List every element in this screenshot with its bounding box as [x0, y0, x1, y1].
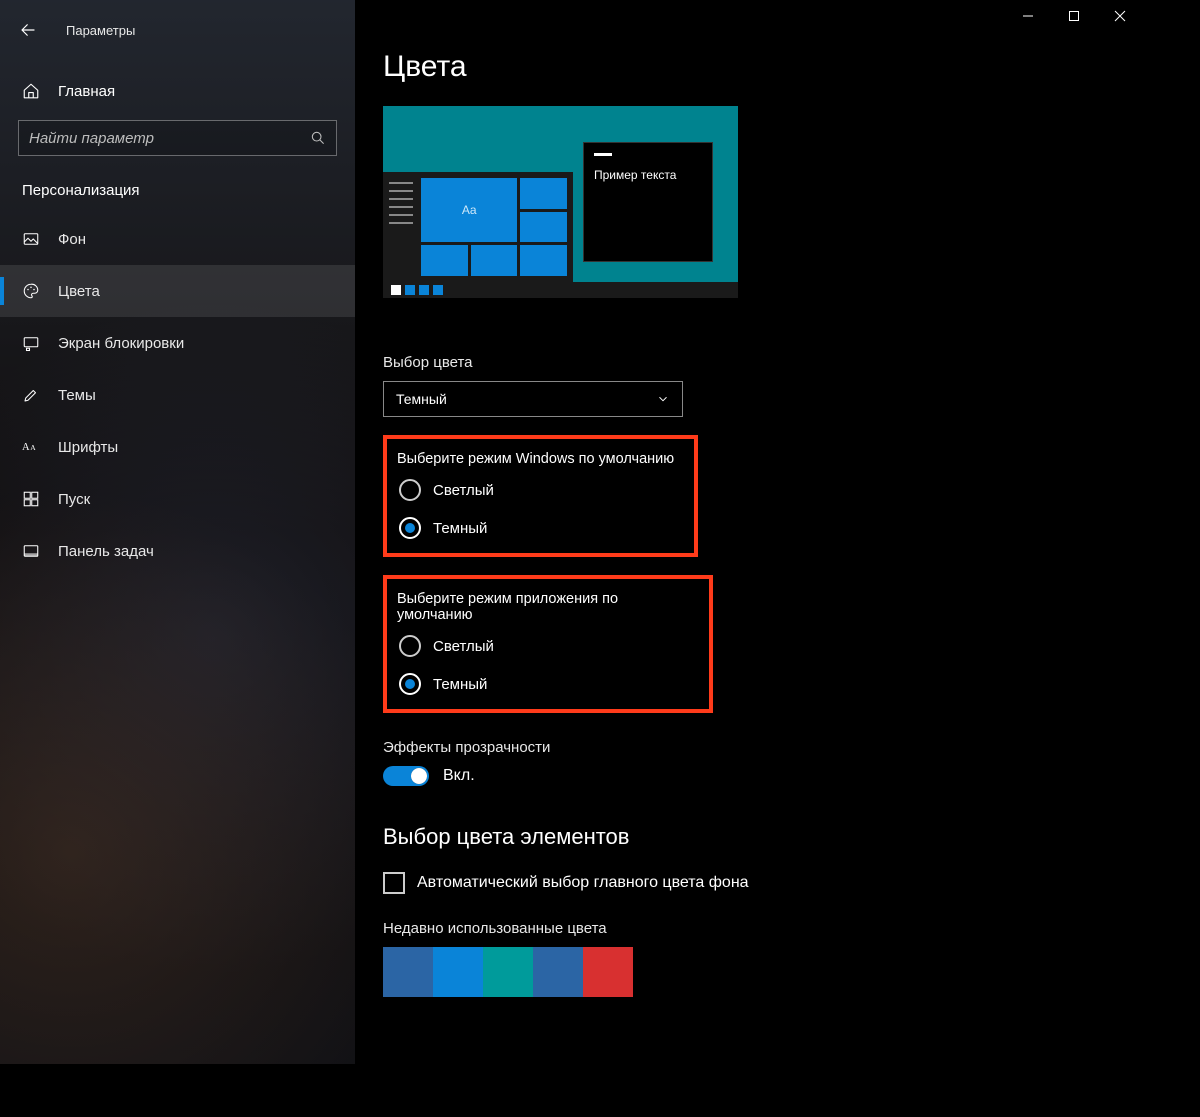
app-mode-dark[interactable]: Темный	[399, 673, 693, 695]
sidebar-home-label: Главная	[58, 83, 115, 100]
svg-text:A: A	[22, 442, 30, 453]
recent-colors-label: Недавно использованные цвета	[383, 920, 1143, 937]
preview-start-menu: Aa	[383, 172, 573, 282]
sidebar-item-taskbar[interactable]: Панель задач	[0, 525, 355, 577]
color-swatch[interactable]	[583, 947, 633, 997]
auto-accent-checkbox-row[interactable]: Автоматический выбор главного цвета фона	[383, 872, 1143, 894]
radio-icon	[399, 635, 421, 657]
chevron-down-icon	[656, 392, 670, 406]
svg-text:A: A	[30, 443, 36, 452]
close-button[interactable]	[1097, 0, 1143, 32]
checkbox-icon	[383, 872, 405, 894]
windows-mode-light[interactable]: Светлый	[399, 479, 678, 501]
checkbox-label: Автоматический выбор главного цвета фона	[417, 874, 749, 892]
start-icon	[22, 490, 40, 508]
sidebar-item-label: Цвета	[58, 283, 100, 300]
search-input-wrapper[interactable]	[18, 120, 337, 156]
arrow-left-icon	[19, 21, 37, 39]
app-mode-light[interactable]: Светлый	[399, 635, 693, 657]
preview-sample-window: Пример текста	[583, 142, 713, 262]
page-title: Цвета	[383, 50, 1143, 84]
sidebar-item-label: Пуск	[58, 491, 90, 508]
windows-mode-group: Выберите режим Windows по умолчанию Свет…	[383, 435, 698, 557]
sidebar-item-fonts[interactable]: AA Шрифты	[0, 421, 355, 473]
home-icon	[22, 82, 40, 100]
color-swatch[interactable]	[533, 947, 583, 997]
color-swatch[interactable]	[433, 947, 483, 997]
settings-sidebar: Параметры Главная Персонализация Фон Цве…	[0, 0, 355, 1064]
sidebar-item-themes[interactable]: Темы	[0, 369, 355, 421]
radio-label: Темный	[433, 520, 487, 537]
maximize-icon	[1068, 10, 1080, 22]
recent-colors-row	[383, 947, 1143, 997]
radio-icon	[399, 479, 421, 501]
preview-tile-aa: Aa	[421, 178, 517, 242]
window-title: Параметры	[66, 23, 135, 38]
brush-icon	[22, 386, 40, 404]
transparency-toggle[interactable]	[383, 766, 429, 786]
search-icon	[310, 130, 326, 146]
radio-label: Светлый	[433, 638, 494, 655]
image-icon	[22, 230, 40, 248]
close-icon	[1114, 10, 1126, 22]
app-mode-group: Выберите режим приложения по умолчанию С…	[383, 575, 713, 713]
minimize-button[interactable]	[1005, 0, 1051, 32]
sidebar-item-label: Фон	[58, 231, 86, 248]
color-choice-label: Выбор цвета	[383, 354, 1143, 371]
palette-icon	[22, 282, 40, 300]
sidebar-category: Персонализация	[0, 156, 355, 213]
sidebar-item-start[interactable]: Пуск	[0, 473, 355, 525]
sidebar-item-label: Панель задач	[58, 543, 154, 560]
radio-checked-icon	[399, 673, 421, 695]
theme-preview: Aa Пример текста	[383, 106, 738, 298]
search-input[interactable]	[29, 130, 310, 147]
radio-checked-icon	[399, 517, 421, 539]
preview-sample-text: Пример текста	[594, 168, 702, 182]
dropdown-value: Темный	[396, 391, 447, 407]
preview-taskbar	[383, 282, 738, 298]
radio-label: Светлый	[433, 482, 494, 499]
lock-screen-icon	[22, 334, 40, 352]
color-swatch[interactable]	[383, 947, 433, 997]
sidebar-item-lockscreen[interactable]: Экран блокировки	[0, 317, 355, 369]
maximize-button[interactable]	[1051, 0, 1097, 32]
main-panel: Цвета Aa Пример текста Выбор цвета Темны…	[355, 0, 1143, 1064]
back-button[interactable]	[18, 20, 38, 40]
minimize-icon	[1022, 10, 1034, 22]
sidebar-item-colors[interactable]: Цвета	[0, 265, 355, 317]
sidebar-item-label: Темы	[58, 387, 96, 404]
transparency-state: Вкл.	[443, 767, 475, 785]
window-controls	[1005, 0, 1143, 32]
sidebar-item-background[interactable]: Фон	[0, 213, 355, 265]
sidebar-item-label: Шрифты	[58, 439, 118, 456]
windows-mode-label: Выберите режим Windows по умолчанию	[397, 451, 678, 467]
font-icon: AA	[22, 438, 40, 456]
sidebar-home[interactable]: Главная	[0, 68, 355, 114]
color-choice-dropdown[interactable]: Темный	[383, 381, 683, 417]
accent-heading: Выбор цвета элементов	[383, 824, 1143, 850]
taskbar-icon	[22, 542, 40, 560]
app-mode-label: Выберите режим приложения по умолчанию	[397, 591, 693, 623]
color-swatch[interactable]	[483, 947, 533, 997]
windows-mode-dark[interactable]: Темный	[399, 517, 678, 539]
radio-label: Темный	[433, 676, 487, 693]
sidebar-item-label: Экран блокировки	[58, 335, 184, 352]
transparency-label: Эффекты прозрачности	[383, 739, 1143, 756]
